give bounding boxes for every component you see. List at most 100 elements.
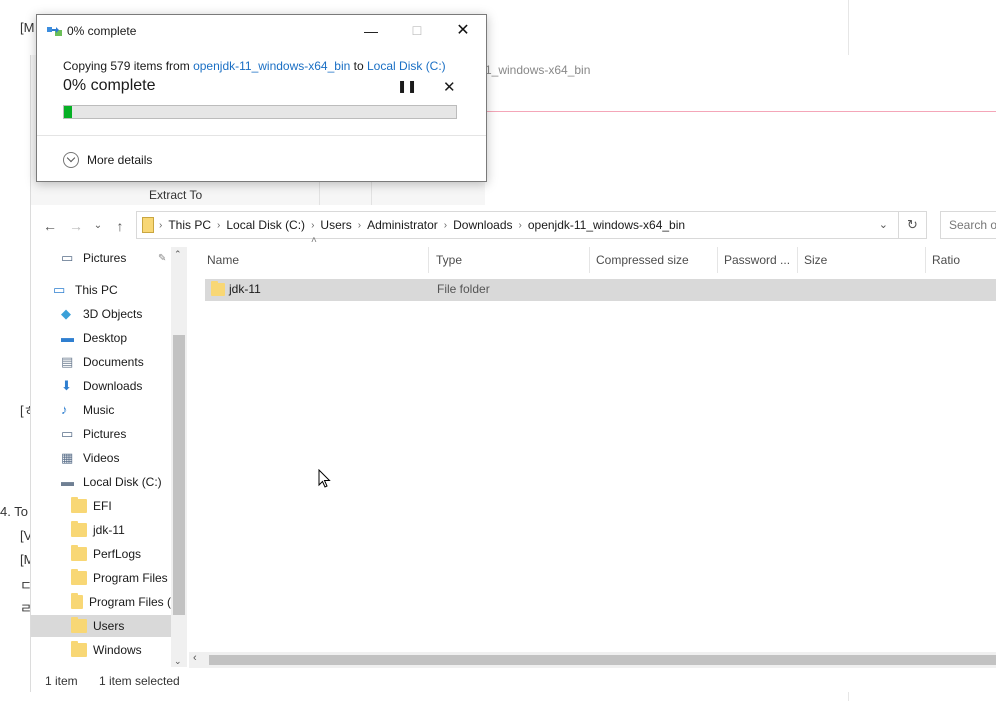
ribbon-group-label: Extract To: [149, 188, 203, 202]
sidebar-item-label: Program Files (: [88, 595, 171, 609]
table-row[interactable]: jdk-11 File folder: [205, 279, 996, 301]
column-header-type[interactable]: Type: [430, 247, 590, 273]
nav-vertical-scrollbar[interactable]: ⌃ ⌄: [171, 247, 187, 667]
source-folder-link[interactable]: openjdk-11_windows-x64_bin: [193, 59, 350, 73]
sidebar-item-program-files[interactable]: Program Files: [31, 567, 171, 589]
expand-chevron-icon: [63, 152, 79, 168]
folder-icon: [211, 281, 225, 296]
scroll-down-icon[interactable]: ⌄: [174, 656, 182, 667]
file-list: ˄ Name Type Compressed size Password ...…: [201, 235, 996, 647]
copy-progress-dialog: 0% complete — ☐ ✕ Copying 579 items from…: [36, 14, 487, 182]
column-header-password[interactable]: Password ...: [718, 247, 798, 273]
address-dropdown-chevron-icon[interactable]: ⌄: [879, 218, 888, 231]
column-header-ratio[interactable]: Ratio: [926, 247, 996, 273]
sidebar-item-label: This PC: [75, 283, 118, 297]
sidebar-item-label: Pictures: [83, 251, 127, 265]
copy-description: Copying 579 items from openjdk-11_window…: [63, 59, 446, 73]
sidebar-item-label: 3D Objects: [83, 307, 143, 321]
nav-scroll-thumb[interactable]: [173, 335, 185, 615]
sidebar-item-label: EFI: [93, 499, 112, 513]
bg-doc-fragment: 4. To: [0, 504, 28, 519]
dialog-titlebar[interactable]: 0% complete — ☐ ✕: [37, 15, 486, 47]
bg-divider: [848, 0, 849, 60]
more-details-label: More details: [87, 153, 153, 167]
sidebar-item-program-files[interactable]: Program Files (: [31, 591, 171, 613]
sidebar-item-documents[interactable]: ▤ Documents: [31, 351, 171, 373]
background-path-text: 1_windows-x64_bin: [485, 63, 591, 77]
horizontal-scroll-thumb[interactable]: [209, 655, 996, 665]
sidebar-item-local-disk-c[interactable]: ▬ Local Disk (C:): [31, 471, 171, 493]
address-bar[interactable]: › This PC › Local Disk (C:) › Users › Ad…: [136, 211, 899, 239]
mouse-cursor-icon: [318, 469, 331, 488]
folder-icon: [71, 593, 83, 609]
sidebar-item-users[interactable]: Users: [31, 615, 171, 637]
status-bar: 1 item 1 item selected: [31, 670, 996, 692]
breadcrumb-downloads[interactable]: Downloads: [447, 218, 518, 232]
folder-icon: [71, 497, 87, 513]
breadcrumb-users[interactable]: Users: [314, 218, 357, 232]
pictures-icon: ▭: [61, 250, 74, 265]
sidebar-item-jdk-11[interactable]: jdk-11: [31, 519, 171, 541]
sidebar-item-label: PerfLogs: [93, 547, 142, 561]
documents-icon: ▤: [61, 354, 74, 369]
file-type: File folder: [437, 282, 490, 296]
sidebar-item-efi[interactable]: EFI: [31, 495, 171, 517]
drive-icon: ▬: [61, 474, 74, 489]
scroll-up-icon[interactable]: ⌃: [174, 249, 182, 260]
file-list-horizontal-scrollbar[interactable]: ‹: [189, 652, 996, 668]
sidebar-item-label: Downloads: [83, 379, 143, 393]
maximize-button[interactable]: ☐: [394, 15, 440, 47]
scroll-left-icon[interactable]: ‹: [193, 652, 197, 664]
sidebar-item-pictures[interactable]: ▭ Pictures: [31, 247, 171, 269]
column-header-compressed-size[interactable]: Compressed size: [590, 247, 718, 273]
sidebar-item-label: Desktop: [83, 331, 128, 345]
sidebar-item-label: jdk-11: [93, 523, 125, 537]
cancel-icon[interactable]: ✕: [443, 78, 456, 96]
column-header-size[interactable]: Size: [798, 247, 926, 273]
sidebar-item-label: Documents: [83, 355, 144, 369]
more-details-toggle[interactable]: More details: [63, 149, 152, 171]
sidebar-item-videos[interactable]: ▦ Videos: [31, 447, 171, 469]
sidebar-item-windows[interactable]: Windows: [31, 639, 171, 661]
dialog-divider: [37, 135, 486, 136]
forward-arrow-icon[interactable]: →: [67, 217, 85, 235]
folder-icon: [71, 617, 87, 633]
copy-to-text: to: [353, 59, 364, 73]
search-input[interactable]: Search op: [940, 211, 996, 239]
sidebar-item-label: Windows: [93, 643, 142, 657]
sort-ascending-icon: ˄: [311, 235, 317, 246]
pause-icon[interactable]: ❚❚: [397, 79, 417, 93]
column-header-name[interactable]: Name: [201, 247, 429, 273]
refresh-icon[interactable]: ↻: [899, 211, 927, 239]
breadcrumb-administrator[interactable]: Administrator: [361, 218, 444, 232]
file-name: jdk-11: [229, 282, 261, 296]
computer-icon: ▭: [53, 282, 66, 297]
sidebar-item-this-pc[interactable]: ▭ This PC: [31, 279, 171, 301]
sidebar-item-desktop[interactable]: ▬ Desktop: [31, 327, 171, 349]
desktop-icon: ▬: [61, 330, 74, 345]
sidebar-item-downloads[interactable]: ⬇ Downloads: [31, 375, 171, 397]
sidebar-item-perflogs[interactable]: PerfLogs: [31, 543, 171, 565]
breadcrumb-local-disk[interactable]: Local Disk (C:): [220, 218, 311, 232]
recent-locations-chevron-icon[interactable]: ⌄: [89, 217, 107, 235]
sidebar-item-label: Music: [83, 403, 115, 417]
bg-doc-fragment: [M: [20, 20, 35, 35]
sidebar-item-3d-objects[interactable]: ◆ 3D Objects: [31, 303, 171, 325]
breadcrumb-openjdk-folder[interactable]: openjdk-11_windows-x64_bin: [522, 218, 691, 232]
up-arrow-icon[interactable]: ↑: [111, 217, 129, 235]
3d-objects-icon: ◆: [61, 306, 71, 321]
breadcrumb-this-pc[interactable]: This PC: [162, 218, 217, 232]
back-arrow-icon[interactable]: ←: [41, 217, 59, 235]
sidebar-item-pictures[interactable]: ▭ Pictures: [31, 423, 171, 445]
copy-prefix-text: Copying 579 items from: [63, 59, 190, 73]
pictures-icon: ▭: [61, 426, 74, 441]
sidebar-item-label: Pictures: [83, 427, 127, 441]
minimize-button[interactable]: —: [348, 15, 394, 47]
progress-status-text: 0% complete: [63, 77, 156, 94]
sidebar-item-label: Videos: [83, 451, 120, 465]
close-button[interactable]: ✕: [440, 15, 486, 47]
pink-divider: [485, 111, 996, 112]
sidebar-item-music[interactable]: ♪ Music: [31, 399, 171, 421]
sidebar-item-label: Local Disk (C:): [83, 475, 162, 489]
destination-link[interactable]: Local Disk (C:): [367, 59, 446, 73]
